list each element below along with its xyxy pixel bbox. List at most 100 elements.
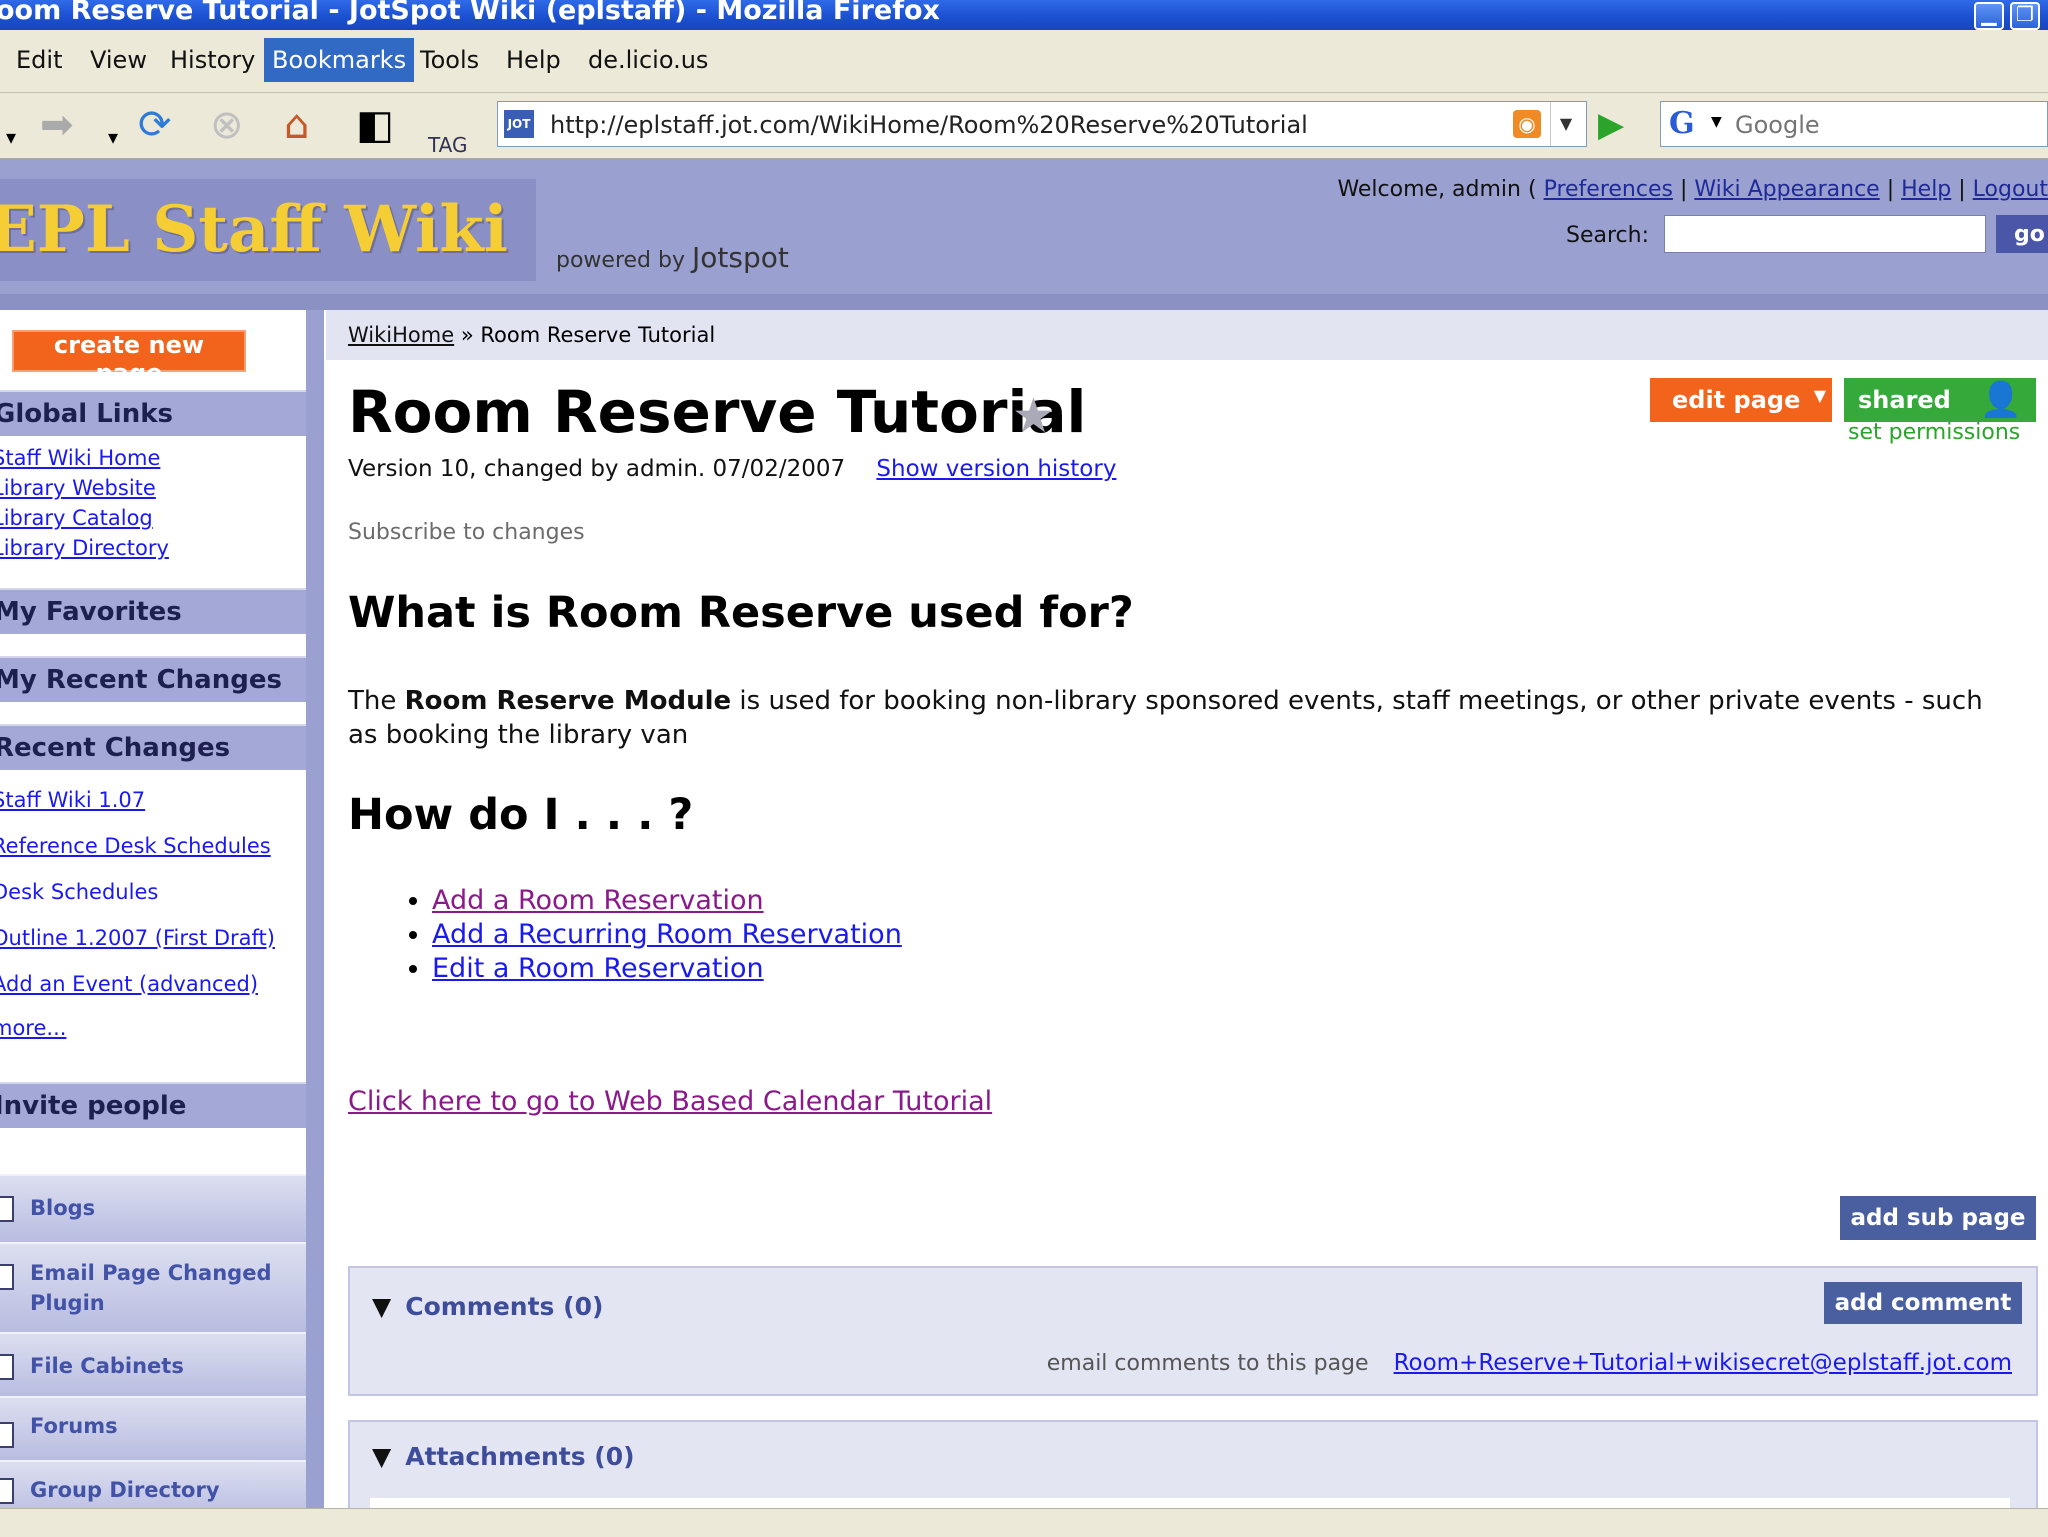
comments-panel: ▼ Comments (0) add comment email comments…: [348, 1266, 2038, 1396]
blog-icon: [0, 1196, 14, 1222]
preferences-link[interactable]: Preferences: [1544, 177, 1673, 202]
plugin-forums[interactable]: Forums: [0, 1396, 306, 1460]
edit-page-button[interactable]: edit page ▼: [1650, 378, 1832, 422]
engine-dropdown-icon[interactable]: ▼: [1711, 114, 1722, 130]
add-sub-page-button[interactable]: add sub page: [1840, 1196, 2036, 1240]
plugin-email-page-changed[interactable]: Email Page Changed Plugin: [0, 1242, 306, 1332]
shared-button[interactable]: shared 👤: [1844, 378, 2036, 422]
back-dropdown-icon[interactable]: ▾: [6, 115, 16, 159]
collapse-triangle-icon: ▼: [372, 1442, 392, 1471]
attachments-toggle[interactable]: ▼ Attachments (0): [372, 1442, 635, 1471]
menu-bar: Edit View History Bookmarks Tools Help d…: [0, 30, 2048, 93]
show-version-history-link[interactable]: Show version history: [876, 456, 1116, 482]
breadcrumb-home-link[interactable]: WikiHome: [348, 323, 454, 347]
favorite-star-icon[interactable]: ★: [1012, 388, 1055, 444]
how-to-list: Add a Room Reservation Add a Recurring R…: [390, 884, 902, 986]
my-recent-changes-heading[interactable]: My Recent Changes: [0, 656, 306, 702]
url-input[interactable]: [548, 109, 1502, 141]
wiki-header: EPL Staff Wiki powered by Jotspot Welcom…: [0, 159, 2048, 294]
sidebar-link-staff-wiki-home[interactable]: Staff Wiki Home: [0, 446, 160, 470]
attachments-panel: ▼ Attachments (0): [348, 1420, 2038, 1516]
edit-room-reservation-link[interactable]: Edit a Room Reservation: [432, 953, 764, 984]
version-info: Version 10, changed by admin. 07/02/2007…: [348, 456, 1117, 482]
edit-dropdown-icon[interactable]: ▼: [1814, 386, 1826, 405]
screenshot-icon[interactable]: ◧: [356, 103, 394, 147]
stop-icon[interactable]: ⊗: [210, 103, 244, 147]
menu-help[interactable]: Help: [498, 42, 569, 78]
wiki-appearance-link[interactable]: Wiki Appearance: [1694, 177, 1879, 202]
navigation-toolbar: ▾ ➡ ▾ ⟳ ⊗ ⌂ ◧ TAG JOT ◉ ▼ ▶ G ▼: [0, 93, 2048, 159]
page-title: Room Reserve Tutorial: [348, 378, 1087, 446]
section-heading: What is Room Reserve used for?: [348, 588, 1134, 638]
site-favicon: JOT: [504, 110, 534, 138]
reload-icon[interactable]: ⟳: [138, 103, 172, 147]
powered-by: powered by Jotspot: [556, 241, 789, 274]
create-new-page-button[interactable]: create new page: [12, 330, 246, 387]
breadcrumb: WikiHome » Room Reserve Tutorial: [326, 310, 2048, 360]
invite-people-heading[interactable]: Invite people: [0, 1082, 306, 1128]
list-item: Add a Room Reservation: [432, 884, 902, 918]
web-search-input[interactable]: [1733, 109, 2037, 141]
list-item: Add a Recurring Room Reservation: [432, 918, 902, 952]
person-icon: 👤: [1979, 380, 2022, 420]
menu-delicious[interactable]: de.licio.us: [580, 42, 716, 78]
directory-icon: [0, 1478, 14, 1504]
my-favorites-heading[interactable]: My Favorites: [0, 588, 306, 634]
logout-link[interactable]: Logout: [1973, 177, 2048, 202]
email-comments-address-link[interactable]: Room+Reserve+Tutorial+wikisecret@eplstaf…: [1394, 1350, 2012, 1376]
go-arrow-icon[interactable]: ▶: [1598, 105, 1624, 145]
recent-item[interactable]: Reference Desk Schedules: [0, 834, 271, 858]
minimize-button[interactable]: ▁: [1974, 2, 2004, 30]
left-sidebar: create new page Global Links Staff Wiki …: [0, 310, 324, 1510]
search-engine-box: G ▼: [1660, 101, 2048, 147]
window-title-bar: oom Reserve Tutorial - JotSpot Wiki (epl…: [0, 0, 2048, 30]
sidebar-link-library-directory[interactable]: Library Directory: [0, 536, 169, 560]
search-label: Search:: [1566, 223, 1649, 248]
home-icon[interactable]: ⌂: [284, 103, 309, 147]
recent-item[interactable]: Desk Schedules: [0, 880, 158, 904]
collapse-triangle-icon: ▼: [372, 1292, 392, 1321]
recent-changes-heading: Recent Changes: [0, 724, 306, 770]
subscribe-to-changes-link[interactable]: Subscribe to changes: [348, 520, 585, 545]
maximize-button[interactable]: ❐: [2010, 2, 2040, 30]
url-history-dropdown-icon[interactable]: ▼: [1550, 102, 1581, 146]
menu-history[interactable]: History: [162, 42, 263, 78]
add-room-reservation-link[interactable]: Add a Room Reservation: [432, 885, 764, 916]
recent-more-link[interactable]: more...: [0, 1016, 66, 1040]
wiki-logo[interactable]: EPL Staff Wiki: [0, 179, 536, 281]
add-recurring-room-reservation-link[interactable]: Add a Recurring Room Reservation: [432, 919, 902, 950]
sidebar-link-library-catalog[interactable]: Library Catalog: [0, 506, 153, 530]
menu-edit[interactable]: Edit: [8, 42, 70, 78]
menu-tools[interactable]: Tools: [412, 42, 487, 78]
window-title: oom Reserve Tutorial - JotSpot Wiki (epl…: [0, 0, 940, 26]
status-bar: [0, 1508, 2048, 1537]
forum-icon: [0, 1422, 14, 1448]
help-link[interactable]: Help: [1901, 177, 1951, 202]
forward-icon[interactable]: ➡: [40, 103, 74, 147]
sidebar-link-library-website[interactable]: Library Website: [0, 476, 156, 500]
recent-item[interactable]: Staff Wiki 1.07: [0, 788, 145, 812]
plugin-blogs[interactable]: Blogs: [0, 1174, 306, 1242]
calendar-tutorial-link[interactable]: Click here to go to Web Based Calendar T…: [348, 1086, 992, 1117]
wiki-search-input[interactable]: [1664, 215, 1986, 253]
list-item: Edit a Room Reservation: [432, 952, 902, 986]
url-bar: JOT ◉ ▼: [497, 101, 1587, 147]
rss-feed-icon[interactable]: ◉: [1513, 110, 1541, 138]
section-heading: How do I . . . ?: [348, 790, 694, 840]
plugin-file-cabinets[interactable]: File Cabinets: [0, 1332, 306, 1396]
wiki-search-go-button[interactable]: go: [1996, 215, 2048, 253]
menu-view[interactable]: View: [82, 42, 155, 78]
recent-item[interactable]: Add an Event (advanced): [0, 972, 258, 996]
google-icon[interactable]: G: [1669, 106, 1695, 141]
recent-item[interactable]: Outline 1.2007 (First Draft): [0, 926, 275, 950]
plugin-group-directory[interactable]: Group Directory: [0, 1460, 306, 1510]
file-cabinet-icon: [0, 1354, 14, 1380]
forward-dropdown-icon[interactable]: ▾: [108, 115, 118, 159]
menu-bookmarks[interactable]: Bookmarks: [264, 38, 415, 82]
global-links-heading: Global Links: [0, 390, 306, 436]
email-icon: [0, 1264, 14, 1290]
add-comment-button[interactable]: add comment: [1824, 1282, 2022, 1324]
email-comments-line: email comments to this page Room+Reserve…: [1046, 1350, 2012, 1376]
set-permissions-link[interactable]: set permissions: [1848, 420, 2020, 445]
comments-toggle[interactable]: ▼ Comments (0): [372, 1292, 603, 1321]
